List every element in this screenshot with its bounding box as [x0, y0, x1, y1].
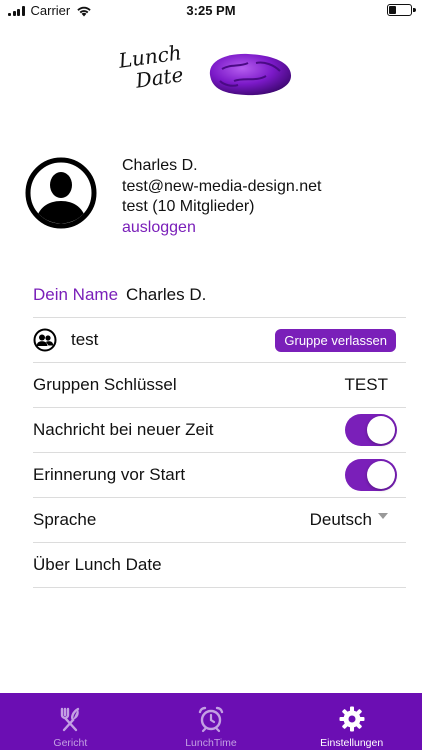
reminder-row: Erinnerung vor Start [33, 453, 406, 498]
battery-icon [387, 4, 416, 16]
settings-list: Dein Name Charles D. test Gruppe verlass… [33, 273, 406, 588]
language-row[interactable]: Sprache Deutsch [33, 498, 406, 543]
tab-einstellungen[interactable]: Einstellungen [281, 693, 422, 750]
group-key-row: Gruppen Schlüssel TEST [33, 363, 406, 408]
alarm-clock-icon [198, 706, 224, 733]
notify-toggle[interactable] [345, 414, 397, 446]
group-name: test [71, 330, 99, 349]
group-row: test Gruppe verlassen [33, 318, 406, 363]
profile-group: test (10 Mitglieder) [122, 198, 255, 215]
tab-lunchtime[interactable]: LunchTime [141, 693, 282, 750]
avatar [25, 157, 97, 229]
about-row[interactable]: Über Lunch Date [33, 543, 406, 588]
notify-row: Nachricht bei neuer Zeit [33, 408, 406, 453]
tab-gericht-label: Gericht [53, 737, 88, 749]
tab-lunchtime-label: LunchTime [185, 737, 237, 749]
language-select[interactable]: Deutsch [310, 510, 372, 530]
app-logo: Lunch Date [117, 40, 300, 105]
chevron-down-icon [378, 513, 388, 519]
logo-line2: Date [134, 62, 185, 93]
profile-info: Charles D. test@new-media-design.net tes… [122, 156, 321, 238]
logout-link[interactable]: ausloggen [122, 218, 321, 239]
notify-label: Nachricht bei neuer Zeit [33, 420, 214, 439]
tab-bar: Gericht LunchTime Einstellungen [0, 693, 422, 750]
logo-text: Lunch Date [117, 40, 192, 93]
status-bar: Carrier 3:25 PM [0, 0, 422, 22]
reminder-label: Erinnerung vor Start [33, 465, 186, 484]
language-label: Sprache [33, 510, 97, 529]
leave-group-button[interactable]: Gruppe verlassen [275, 328, 396, 352]
profile-name: Charles D. [122, 157, 198, 174]
reminder-toggle[interactable] [345, 459, 397, 491]
name-value[interactable]: Charles D. [126, 285, 206, 305]
about-label: Über Lunch Date [33, 555, 162, 574]
name-row[interactable]: Dein Name Charles D. [33, 273, 406, 318]
tab-gericht[interactable]: Gericht [0, 693, 141, 750]
tab-einstellungen-label: Einstellungen [320, 737, 384, 749]
group-key-value: TEST [344, 375, 388, 394]
group-key-label: Gruppen Schlüssel [33, 375, 177, 394]
name-label: Dein Name [33, 285, 119, 304]
group-icon [33, 328, 57, 352]
status-time: 3:25 PM [186, 3, 236, 18]
gear-icon [339, 706, 365, 732]
purple-date-fruit-icon [209, 53, 292, 96]
profile-email: test@new-media-design.net [122, 177, 322, 195]
fork-knife-icon [61, 707, 80, 732]
